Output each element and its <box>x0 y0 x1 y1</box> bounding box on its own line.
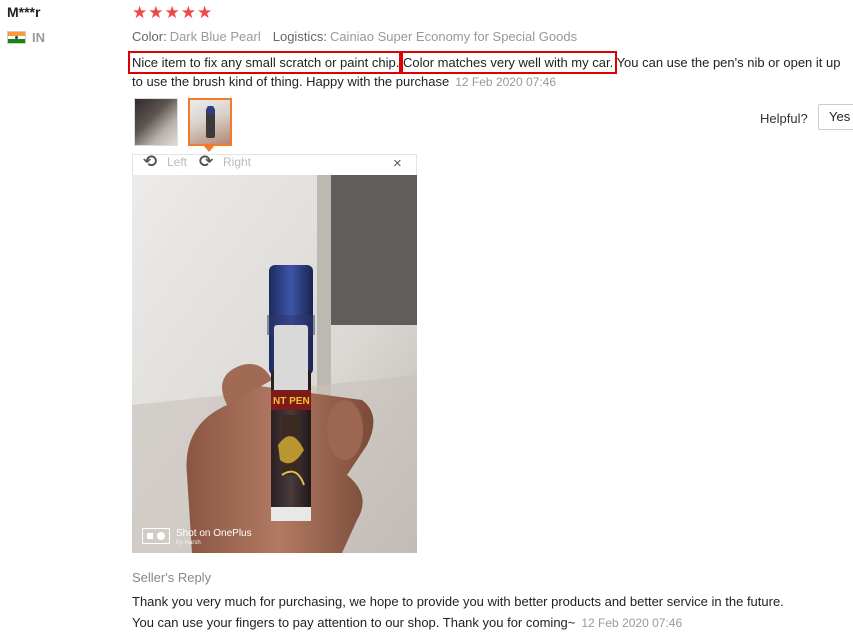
seller-reply-body: Thank you very much for purchasing, we h… <box>132 594 784 630</box>
color-value: Dark Blue Pearl <box>169 29 261 44</box>
active-thumbnail-pointer <box>203 145 215 152</box>
seller-reply-text: Thank you very much for purchasing, we h… <box>132 591 792 634</box>
india-flag-icon <box>7 31 26 44</box>
review-attributes: Color: Dark Blue Pearl Logistics: Cainiao S… <box>132 29 577 44</box>
review-photo-thumbnail-1[interactable] <box>134 98 178 146</box>
star-rating: ★★★★★ <box>132 3 214 22</box>
logistics-value: Cainiao Super Economy for Special Goods <box>329 29 578 44</box>
pen-in-hand-photo: NT PEN <box>132 175 417 553</box>
watermark-subtext: By Harsh <box>176 540 201 546</box>
watermark-text: Shot on OnePlus <box>176 528 252 539</box>
rotate-right-icon[interactable]: ⟳ <box>199 152 213 172</box>
review-photo-thumbnail-2[interactable] <box>188 98 232 146</box>
logistics-label: Logistics: <box>272 29 327 44</box>
helpful-label: Helpful? <box>760 111 808 126</box>
highlighted-phrase-2: Color matches very well with my car. <box>398 51 618 74</box>
rotate-left-button[interactable]: Left <box>167 155 187 169</box>
review-text: Nice item to fix any small scratch or pa… <box>127 51 848 92</box>
review-photo-large[interactable]: NT PEN <box>132 175 417 553</box>
highlighted-phrase-1: Nice item to fix any small scratch or pa… <box>127 51 404 74</box>
helpful-yes-button[interactable]: Yes <box>818 104 853 130</box>
rotate-right-button[interactable]: Right <box>223 155 251 169</box>
pen-label-text: NT PEN <box>273 396 310 407</box>
rotate-left-icon[interactable]: ⟲ <box>143 152 157 172</box>
color-label: Color: <box>132 29 167 44</box>
reviewer-name: M***r <box>7 4 41 20</box>
oneplus-watermark-icon <box>142 528 170 544</box>
seller-reply-date: 12 Feb 2020 07:46 <box>581 616 683 630</box>
reviewer-country: IN <box>32 30 45 45</box>
seller-reply-title: Seller's Reply <box>132 570 212 585</box>
review-date: 12 Feb 2020 07:46 <box>455 75 557 89</box>
close-icon[interactable]: × <box>393 155 402 172</box>
